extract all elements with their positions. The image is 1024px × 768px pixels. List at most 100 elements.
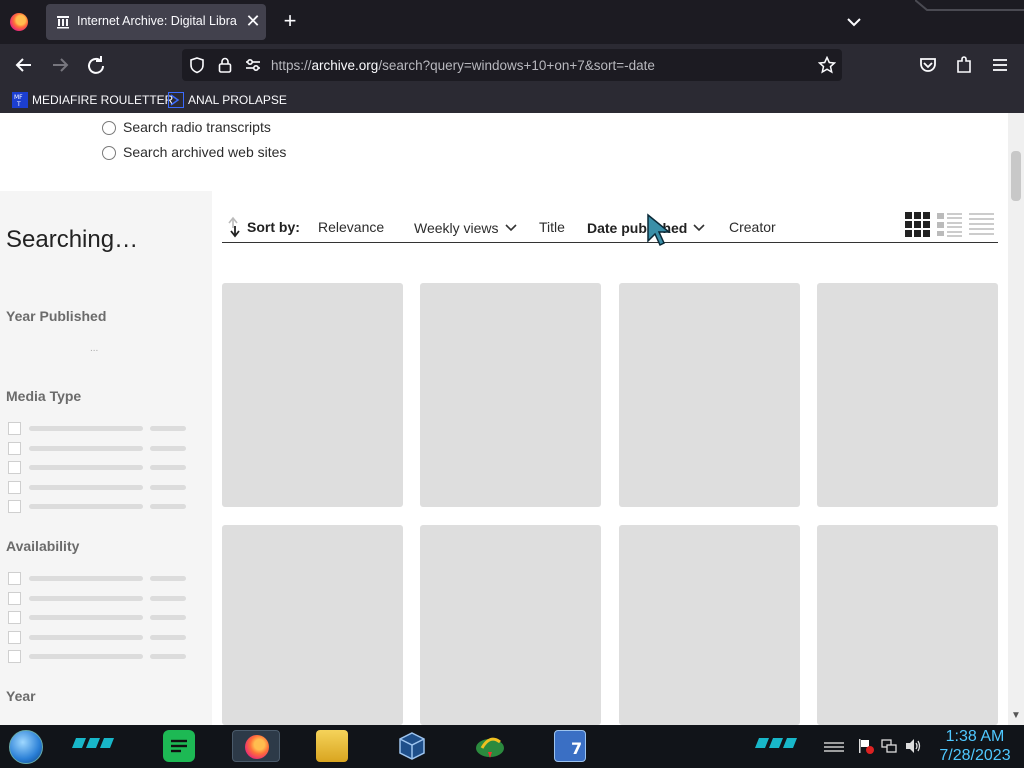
clock-time: 1:38 AM [945, 728, 1005, 745]
url-scheme: https:// [271, 58, 312, 73]
result-tile-placeholder[interactable] [817, 283, 998, 507]
list-all-tabs-chevron-icon[interactable] [842, 10, 866, 34]
skeleton-bar [150, 465, 186, 470]
scroll-down-arrow-icon[interactable]: ▼ [1011, 710, 1021, 721]
pocket-icon[interactable] [915, 53, 941, 77]
page-scrollbar[interactable]: ▼ [1008, 113, 1024, 725]
result-tile-placeholder[interactable] [619, 525, 800, 725]
virtualbox-icon[interactable] [396, 730, 428, 762]
result-tile-placeholder[interactable] [619, 283, 800, 507]
tab-internet-archive[interactable]: Internet Archive: Digital Library ✕ [46, 4, 266, 40]
result-tile-placeholder[interactable] [817, 525, 998, 725]
skeleton-bar [29, 504, 143, 509]
sort-relevance[interactable]: Relevance [318, 219, 384, 235]
theme-decoration [915, 0, 1024, 11]
notes-lines-icon [171, 739, 187, 753]
new-tab-button[interactable]: + [278, 10, 302, 34]
mouse-cursor-icon [647, 213, 672, 247]
skeleton-checkbox [8, 481, 21, 494]
url-text[interactable]: https://archive.org/search?query=windows… [271, 58, 655, 73]
bookmark-anal-prolapse[interactable]: ANAL PROLAPSE [168, 90, 288, 110]
internet-archive-icon [57, 16, 69, 29]
sort-title[interactable]: Title [539, 219, 565, 235]
start-button[interactable] [9, 730, 43, 764]
svg-text:MF: MF [14, 94, 23, 101]
chevron-down-icon[interactable] [505, 224, 517, 232]
reload-icon[interactable] [83, 53, 109, 77]
notes-app-icon[interactable] [163, 730, 195, 762]
system-clock[interactable]: 1:38 AM 7/28/2023 [930, 727, 1020, 765]
firefox-menu-icon[interactable] [10, 13, 28, 31]
skeleton-checkbox [8, 611, 21, 624]
seven-zip-icon[interactable]: 7 [554, 730, 586, 762]
result-tile-placeholder[interactable] [222, 283, 403, 507]
bookmark-star-icon[interactable] [818, 56, 836, 74]
bookmark-icon [168, 92, 184, 108]
skeleton-bar [150, 576, 186, 581]
lock-icon[interactable] [217, 56, 233, 74]
permissions-icon[interactable] [244, 57, 262, 73]
url-bar[interactable]: https://archive.org/search?query=windows… [182, 49, 842, 81]
clock-date: 7/28/2023 [939, 747, 1011, 764]
url-domain: archive.org [311, 58, 379, 73]
scrollbar-thumb[interactable] [1011, 151, 1021, 201]
show-hidden-icons-icon[interactable] [822, 741, 846, 753]
skeleton-bar [150, 426, 186, 431]
skeleton-bar [29, 446, 143, 451]
skeleton-bar [29, 465, 143, 470]
file-explorer-icon[interactable] [316, 730, 348, 762]
skeleton-bar [150, 504, 186, 509]
sort-weekly-views[interactable]: Weekly views [414, 220, 499, 236]
tile-view-icon[interactable] [905, 212, 930, 237]
back-arrow-icon[interactable] [11, 53, 37, 77]
chevron-down-icon[interactable] [693, 224, 705, 232]
facet-availability: Availability [6, 538, 80, 554]
hamburger-menu-icon[interactable] [987, 53, 1013, 77]
radio-button[interactable] [102, 146, 116, 160]
sort-direction-icon[interactable] [226, 216, 242, 238]
bookmark-mediafire-rouletter[interactable]: MF T MEDIAFIRE ROULETTER [12, 90, 173, 110]
extensions-icon[interactable] [951, 53, 977, 77]
sort-bar: Sort by: Relevance Weekly views Title Da… [222, 211, 998, 243]
bookmarks-toolbar: MF T MEDIAFIRE ROULETTER ANAL PROLAPSE [0, 86, 1024, 113]
taskbar: 7 1:38 AM 7/28/2023 [0, 725, 1024, 768]
bookmark-label: MEDIAFIRE ROULETTER [32, 93, 174, 107]
skeleton-bar [150, 635, 186, 640]
tab-strip: Internet Archive: Digital Library ✕ + [0, 0, 1024, 44]
volume-icon[interactable] [904, 738, 922, 754]
tab-close-icon[interactable]: ✕ [243, 10, 263, 32]
skeleton-bar [150, 485, 186, 490]
facet-year-published: Year Published [6, 308, 107, 324]
result-tile-placeholder[interactable] [420, 525, 601, 725]
taskbar-decoration [72, 738, 114, 748]
skeleton-bar [150, 615, 186, 620]
action-center-flag-icon[interactable] [858, 738, 874, 754]
forward-arrow-icon[interactable] [47, 53, 73, 77]
sort-creator[interactable]: Creator [729, 219, 776, 235]
radio-button[interactable] [102, 121, 116, 135]
radio-label: Search archived web sites [123, 144, 287, 160]
download-manager-icon[interactable] [474, 730, 506, 762]
facet-media-type: Media Type [6, 388, 82, 404]
sort-by-label: Sort by: [247, 219, 300, 235]
facet-sidebar: Searching… Year Published ... Media Type… [0, 191, 212, 725]
skeleton-checkbox [8, 631, 21, 644]
taskbar-decoration [755, 738, 797, 748]
url-path: /search?query=windows+10+on+7&sort=-date [378, 58, 655, 73]
shield-icon[interactable] [188, 56, 206, 74]
skeleton-bar [150, 446, 186, 451]
firefox-taskbar-button[interactable] [232, 730, 280, 762]
tab-title: Internet Archive: Digital Library [77, 14, 237, 28]
firefox-icon [245, 735, 269, 759]
result-tile-placeholder[interactable] [222, 525, 403, 725]
skeleton-checkbox [8, 461, 21, 474]
network-icon[interactable] [881, 738, 897, 754]
loading-indicator: ... [90, 343, 99, 354]
list-compact-view-icon[interactable] [969, 212, 994, 237]
sort-date-published[interactable]: Date published [587, 220, 687, 236]
svg-text:T: T [16, 101, 21, 108]
result-tile-placeholder[interactable] [420, 283, 601, 507]
navigation-toolbar: https://archive.org/search?query=windows… [0, 44, 1024, 86]
skeleton-bar [29, 596, 143, 601]
list-detail-view-icon[interactable] [937, 212, 962, 237]
